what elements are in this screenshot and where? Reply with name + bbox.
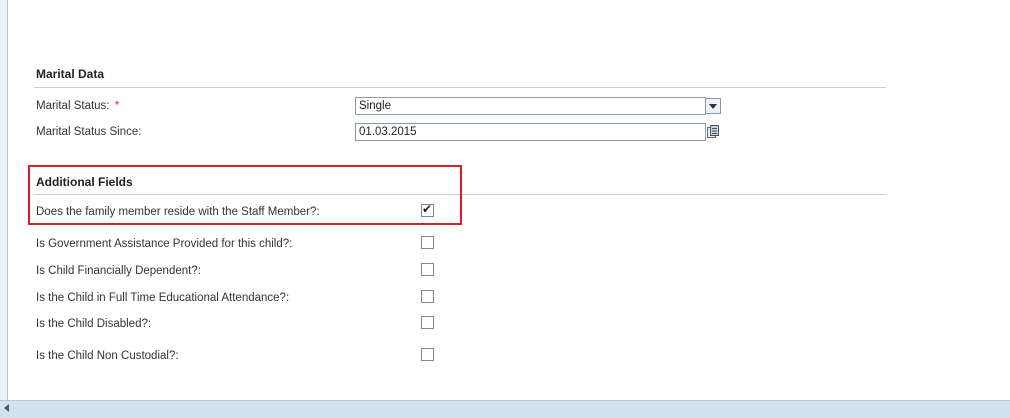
checkbox-government-assistance[interactable] — [421, 236, 434, 249]
left-panel-divider — [7, 0, 8, 400]
highlight-annotation-box — [28, 165, 462, 225]
checkbox-label-disabled: Is the Child Disabled?: — [36, 318, 152, 330]
checkbox-label-non-custodial: Is the Child Non Custodial?: — [36, 350, 179, 362]
checkbox-label-financially-dependent: Is Child Financially Dependent?: — [36, 265, 201, 277]
checkbox-label-full-time-education: Is the Child in Full Time Educational At… — [36, 292, 290, 304]
marital-status-since-field[interactable]: 01.03.2015 — [355, 123, 706, 141]
marital-status-since-label: Marital Status Since: — [36, 126, 142, 138]
required-marker: * — [114, 100, 120, 112]
checkbox-financially-dependent[interactable] — [421, 263, 434, 276]
marital-status-label: Marital Status: — [36, 100, 110, 112]
marital-status-label-row: Marital Status: * — [36, 100, 119, 112]
left-panel-rail — [0, 0, 7, 400]
horizontal-scrollbar[interactable] — [0, 400, 1010, 418]
checkbox-full-time-education[interactable] — [421, 290, 434, 303]
marital-status-value: Single — [359, 100, 391, 112]
marital-status-select[interactable]: Single — [355, 97, 706, 115]
marital-data-divider — [34, 87, 886, 88]
chevron-down-icon[interactable] — [705, 98, 721, 114]
checkbox-disabled[interactable] — [421, 316, 434, 329]
calendar-icon[interactable] — [707, 125, 719, 138]
checkbox-non-custodial[interactable] — [421, 348, 434, 361]
scroll-left-arrow-icon[interactable] — [4, 404, 9, 412]
form-page: Marital Data Marital Status: * Single Ma… — [0, 0, 1010, 418]
marital-data-title: Marital Data — [36, 67, 105, 81]
marital-status-since-value: 01.03.2015 — [359, 126, 417, 138]
checkbox-label-government-assistance: Is Government Assistance Provided for th… — [36, 238, 293, 250]
